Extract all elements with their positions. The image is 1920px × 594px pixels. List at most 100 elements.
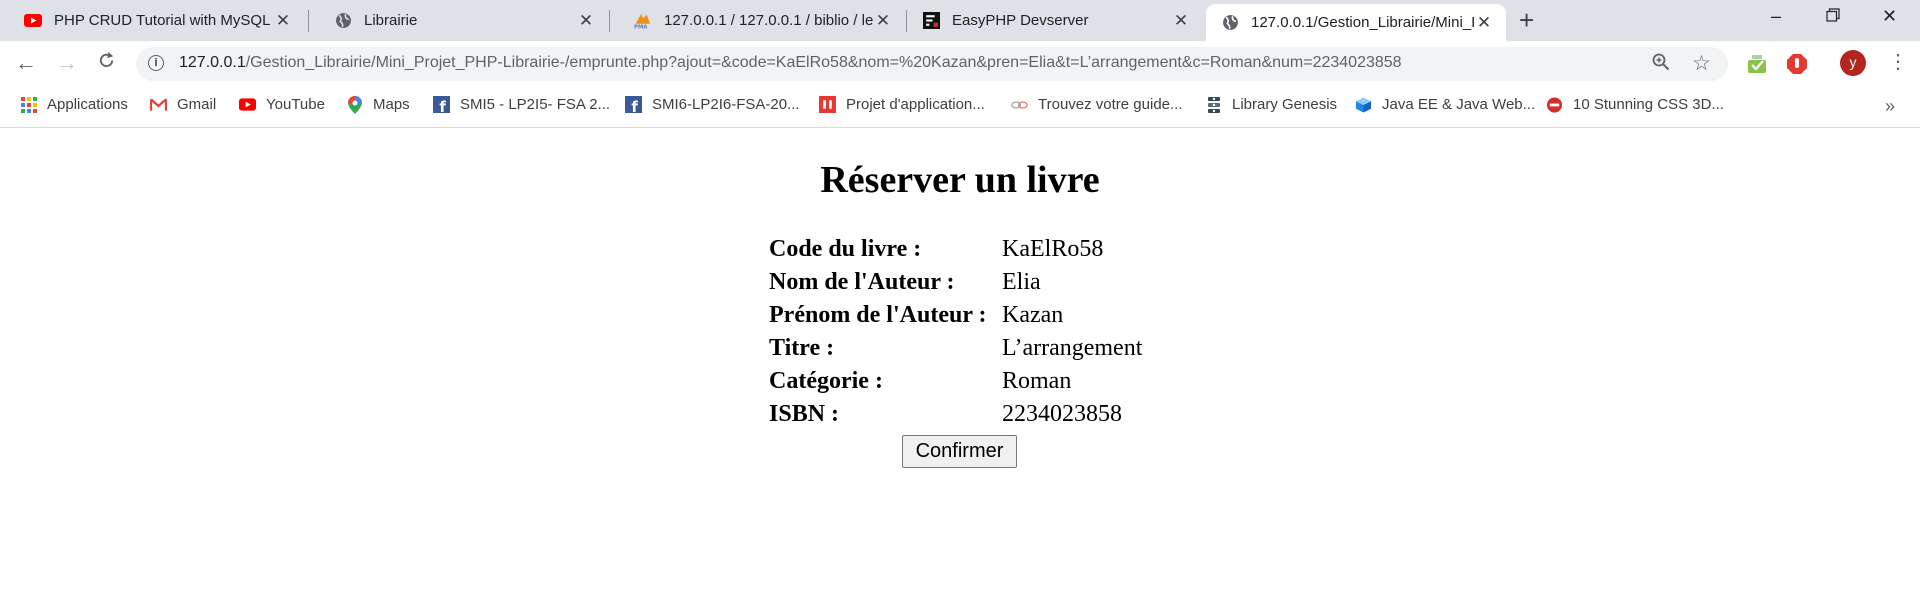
profile-avatar[interactable]: y	[1840, 50, 1866, 76]
bookmark-label: YouTube	[266, 96, 325, 113]
field-value: Elia	[1002, 269, 1041, 295]
globe-icon	[1221, 14, 1239, 32]
field-value: L’arrangement	[1002, 335, 1143, 361]
easyphp-icon	[922, 12, 940, 30]
tab-gestion-librairie[interactable]: 127.0.0.1/Gestion_Librairie/Mini_I ✕	[1206, 4, 1506, 41]
bookmark-label: 10 Stunning CSS 3D...	[1573, 96, 1724, 113]
bookmark-label: Library Genesis	[1232, 96, 1338, 113]
facebook-icon: f	[433, 96, 450, 113]
field-label: Nom de l'Auteur :	[769, 269, 955, 295]
field-label: Code du livre :	[769, 236, 922, 262]
reload-icon[interactable]	[97, 51, 116, 75]
bookmark-label: Trouvez votre guide...	[1038, 96, 1183, 113]
field-row-prenom: Prénom de l'Auteur : Kazan	[769, 299, 1142, 332]
maps-pin-icon	[346, 95, 363, 114]
close-icon[interactable]: ✕	[1171, 11, 1191, 31]
field-row-categorie: Catégorie : Roman	[769, 365, 1142, 398]
tab-separator	[308, 10, 309, 32]
apps-grid-icon	[20, 96, 37, 113]
field-value: Roman	[1002, 368, 1072, 394]
field-label: Prénom de l'Auteur :	[769, 302, 987, 328]
new-tab-plus-icon[interactable]: +	[1519, 7, 1534, 33]
confirm-button[interactable]: Confirmer	[902, 435, 1017, 468]
library-genesis-icon	[1205, 96, 1222, 113]
youtube-icon	[239, 96, 256, 113]
bookmark-gmail[interactable]: Gmail	[150, 96, 216, 113]
field-row-code: Code du livre : KaElRo58	[769, 233, 1142, 266]
tab-easyphp[interactable]: EasyPHP Devserver ✕	[898, 0, 1203, 41]
facebook-icon: f	[625, 96, 642, 113]
url-host: 127.0.0.1	[179, 54, 246, 71]
svg-text:PMA: PMA	[634, 24, 648, 29]
gmail-icon	[150, 96, 167, 113]
forward-arrow-icon[interactable]: →	[56, 51, 78, 75]
globe-icon	[334, 12, 352, 30]
close-icon[interactable]: ✕	[873, 11, 893, 31]
page-title: Réserver un livre	[820, 159, 1100, 201]
field-value: Kazan	[1002, 302, 1064, 328]
tab-title: 127.0.0.1/Gestion_Librairie/Mini_I	[1251, 14, 1474, 31]
bookmark-library-genesis[interactable]: Library Genesis	[1205, 96, 1337, 113]
field-row-nom: Nom de l'Auteur : Elia	[769, 266, 1142, 299]
pause-icon	[819, 96, 836, 113]
tab-php-crud[interactable]: PHP CRUD Tutorial with MySQL & ✕	[0, 0, 305, 41]
bookmark-java-ee[interactable]: Java EE & Java Web...	[1355, 96, 1535, 113]
bookmark-applications[interactable]: Applications	[20, 96, 128, 113]
cube-icon	[1355, 96, 1372, 113]
field-value: 2234023858	[1002, 401, 1122, 427]
url-path: /Gestion_Librairie/Mini_Projet_PHP-Libra…	[245, 54, 1402, 71]
bookmark-youtube[interactable]: YouTube	[239, 96, 325, 113]
field-label: ISBN :	[769, 401, 840, 427]
tab-title: Librairie	[364, 12, 418, 29]
close-window-icon[interactable]: ✕	[1882, 6, 1897, 27]
field-value: KaElRo58	[1002, 236, 1104, 262]
extension-download-icon[interactable]	[1746, 53, 1768, 75]
back-arrow-icon[interactable]: ←	[15, 51, 37, 75]
close-icon[interactable]: ✕	[273, 11, 293, 31]
bookmark-label: SMI6-LP2I6-FSA-20...	[652, 96, 800, 113]
field-label: Catégorie :	[769, 368, 883, 394]
bookmark-css-3d[interactable]: 10 Stunning CSS 3D...	[1546, 96, 1724, 113]
bookmark-maps[interactable]: Maps	[346, 95, 410, 114]
zoom-icon[interactable]	[1652, 53, 1670, 76]
bookmark-smi5[interactable]: f SMI5 - LP2I5- FSA 2...	[433, 96, 610, 113]
bookmark-label: Java EE & Java Web...	[1382, 96, 1536, 113]
bookmark-label: Gmail	[177, 96, 217, 113]
phpmyadmin-icon: PMA	[634, 12, 652, 30]
restore-icon[interactable]	[1826, 6, 1840, 27]
minimize-icon[interactable]: –	[1771, 6, 1781, 27]
red-circle-icon	[1546, 96, 1563, 113]
bookmark-star-icon[interactable]: ☆	[1692, 51, 1711, 76]
page-content: Réserver un livre Code du livre : KaElRo…	[0, 128, 1920, 594]
bookmark-guide[interactable]: Trouvez votre guide...	[1011, 96, 1183, 113]
field-label: Titre :	[769, 335, 835, 361]
youtube-icon	[24, 12, 42, 30]
field-row-titre: Titre : L’arrangement	[769, 332, 1142, 365]
svg-text:f: f	[631, 98, 638, 113]
bookmark-label: Applications	[47, 96, 128, 113]
tab-title: EasyPHP Devserver	[952, 12, 1089, 29]
tab-strip: PHP CRUD Tutorial with MySQL & ✕ Librair…	[0, 0, 1920, 41]
browser-toolbar: ← → i 127.0.0.1/Gestion_Librairie/Mini_P…	[0, 41, 1920, 88]
tab-librairie[interactable]: Librairie ✕	[310, 0, 608, 41]
field-row-isbn: ISBN : 2234023858	[769, 398, 1142, 431]
book-details-table: Code du livre : KaElRo58 Nom de l'Auteur…	[769, 233, 1142, 431]
address-url[interactable]: 127.0.0.1/Gestion_Librairie/Mini_Projet_…	[179, 54, 1402, 72]
site-info-icon[interactable]: i	[148, 55, 164, 71]
bookmark-projet[interactable]: Projet d'application...	[819, 96, 985, 113]
bookmark-label: Maps	[373, 96, 410, 113]
close-icon[interactable]: ✕	[1474, 13, 1494, 33]
tab-title: 127.0.0.1 / 127.0.0.1 / biblio / lect	[664, 12, 873, 29]
bookmark-label: Projet d'application...	[846, 96, 985, 113]
address-bar[interactable]: i 127.0.0.1/Gestion_Librairie/Mini_Proje…	[136, 47, 1728, 81]
extension-adblock-icon[interactable]	[1786, 53, 1808, 75]
svg-text:f: f	[439, 98, 446, 113]
tab-phpmyadmin[interactable]: PMA 127.0.0.1 / 127.0.0.1 / biblio / lec…	[610, 0, 905, 41]
more-bookmarks-icon[interactable]: »	[1885, 96, 1895, 117]
bookmark-label: SMI5 - LP2I5- FSA 2...	[460, 96, 611, 113]
tab-title: PHP CRUD Tutorial with MySQL &	[54, 12, 273, 29]
kebab-menu-icon[interactable]: ⋮	[1888, 52, 1908, 72]
bookmark-smi6[interactable]: f SMI6-LP2I6-FSA-20...	[625, 96, 800, 113]
link-icon	[1011, 96, 1028, 113]
close-icon[interactable]: ✕	[576, 11, 596, 31]
